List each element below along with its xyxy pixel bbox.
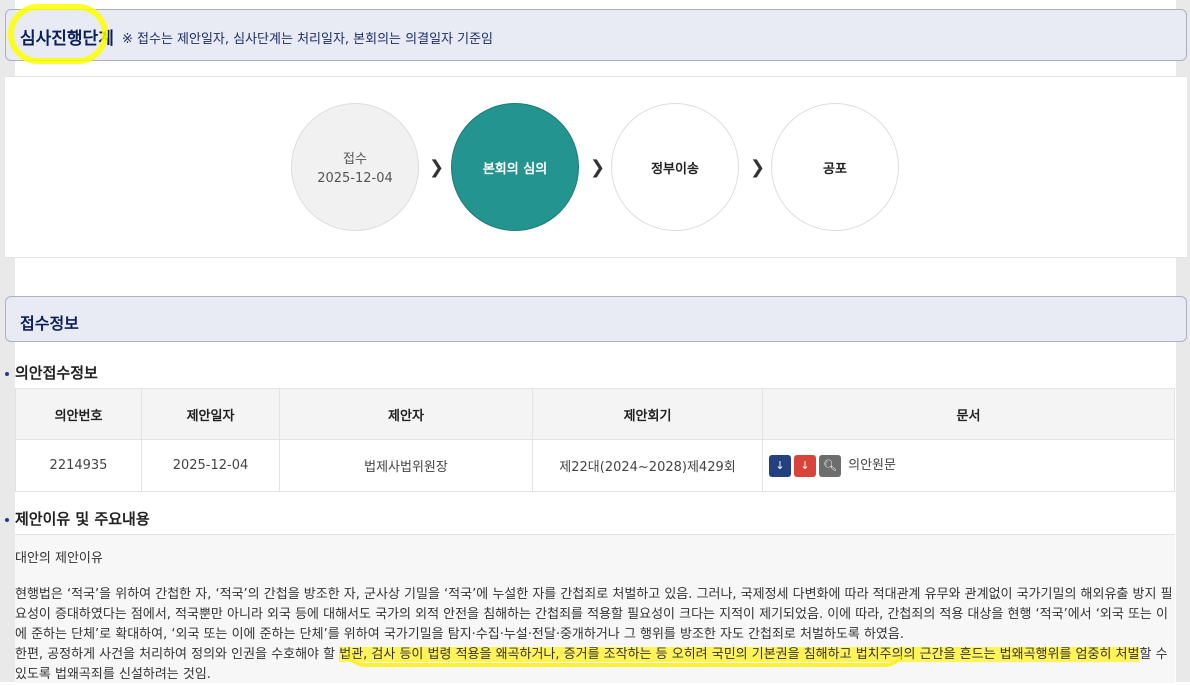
chevron-right-icon: ❯ xyxy=(590,157,606,178)
table-header-row: 의안번호 제안일자 제안자 제안회기 문서 xyxy=(15,388,1175,440)
proposer: 법제사법위원장 xyxy=(279,439,533,492)
bullet-icon xyxy=(5,517,9,522)
step-date: 2025-12-04 xyxy=(317,171,393,186)
bill-number: 2214935 xyxy=(15,439,142,492)
section-title: 접수정보 xyxy=(20,314,79,333)
chevron-right-icon: ❯ xyxy=(750,157,766,178)
reason-body: 현행법은 ‘적국’을 위하여 간첩한 자, ‘적국’의 간첩을 방조한 자, 군… xyxy=(15,585,1175,685)
step-label: 본회의 심의 xyxy=(482,161,548,177)
chevron-right-icon: ❯ xyxy=(429,157,445,178)
step-government-transfer: 정부이송 xyxy=(611,103,739,231)
column-header: 제안일자 xyxy=(141,388,280,440)
step-reception: 접수 2025-12-04 xyxy=(291,103,419,231)
bill-info-subtitle: 의안접수정보 xyxy=(5,362,98,383)
pdf-file-icon[interactable]: ↓ xyxy=(794,454,816,477)
yellow-circle-mark xyxy=(8,4,108,64)
subtitle-text: 의안접수정보 xyxy=(15,364,98,382)
step-promulgation: 공포 xyxy=(771,103,899,231)
text-span: 한편, 공정하게 사건을 처리하여 정의와 인권을 수호해야 할 xyxy=(15,647,340,662)
column-header: 문서 xyxy=(762,388,1175,440)
proposal-date: 2025-12-04 xyxy=(141,439,280,492)
column-header: 제안회기 xyxy=(532,388,763,440)
reception-header-bar: 접수정보 xyxy=(5,296,1187,342)
bill-info-table: 의안번호 제안일자 제안자 제안회기 문서 2214935 2025-12-04… xyxy=(15,388,1175,492)
hwp-file-icon[interactable]: ↓ xyxy=(769,454,791,477)
reason-paragraph-1: 현행법은 ‘적국’을 위하여 간첩한 자, ‘적국’의 간첩을 방조한 자, 군… xyxy=(15,587,1173,642)
column-header: 제안자 xyxy=(279,388,533,440)
yellow-underline-mark xyxy=(345,643,905,667)
progress-steps: 접수 2025-12-04 ❯ 본회의 심의 ❯ 정부이송 ❯ 공포 xyxy=(5,76,1187,258)
step-plenary: 본회의 심의 xyxy=(451,103,579,231)
document-cell: ↓ ↓ 🔍︎ 의안원문 xyxy=(762,439,1175,492)
header-note: ※ 접수는 제안일자, 심사단계는 처리일자, 본회의는 의결일자 기준임 xyxy=(122,32,494,47)
reason-subtitle: 제안이유 및 주요내용 xyxy=(5,508,150,529)
document-link[interactable]: 의안원문 xyxy=(848,458,896,473)
table-row: 2214935 2025-12-04 법제사법위원장 제22대(2024~202… xyxy=(15,439,1175,492)
subtitle-text: 제안이유 및 주요내용 xyxy=(15,510,150,528)
step-label: 공포 xyxy=(823,161,847,177)
session: 제22대(2024~2028)제429회 xyxy=(532,439,763,492)
column-header: 의안번호 xyxy=(15,388,142,440)
step-label: 접수 xyxy=(343,152,367,167)
progress-header-bar: 심사진행단계 ※ 접수는 제안일자, 심사단계는 처리일자, 본회의는 의결일자… xyxy=(5,9,1187,61)
bullet-icon xyxy=(5,371,9,376)
step-label: 정부이송 xyxy=(651,161,699,177)
reason-heading: 대안의 제안이유 xyxy=(15,551,103,566)
document-view-icon[interactable]: 🔍︎ xyxy=(819,454,841,477)
